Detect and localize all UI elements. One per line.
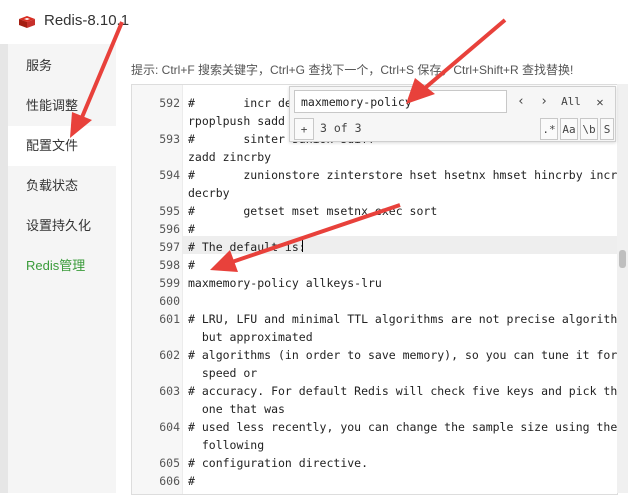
annotation-arrows	[70, 18, 507, 272]
arrow-to-maxmemory-line	[210, 203, 401, 272]
arrow-to-config-file	[70, 21, 124, 138]
arrow-to-search-input	[406, 18, 507, 104]
